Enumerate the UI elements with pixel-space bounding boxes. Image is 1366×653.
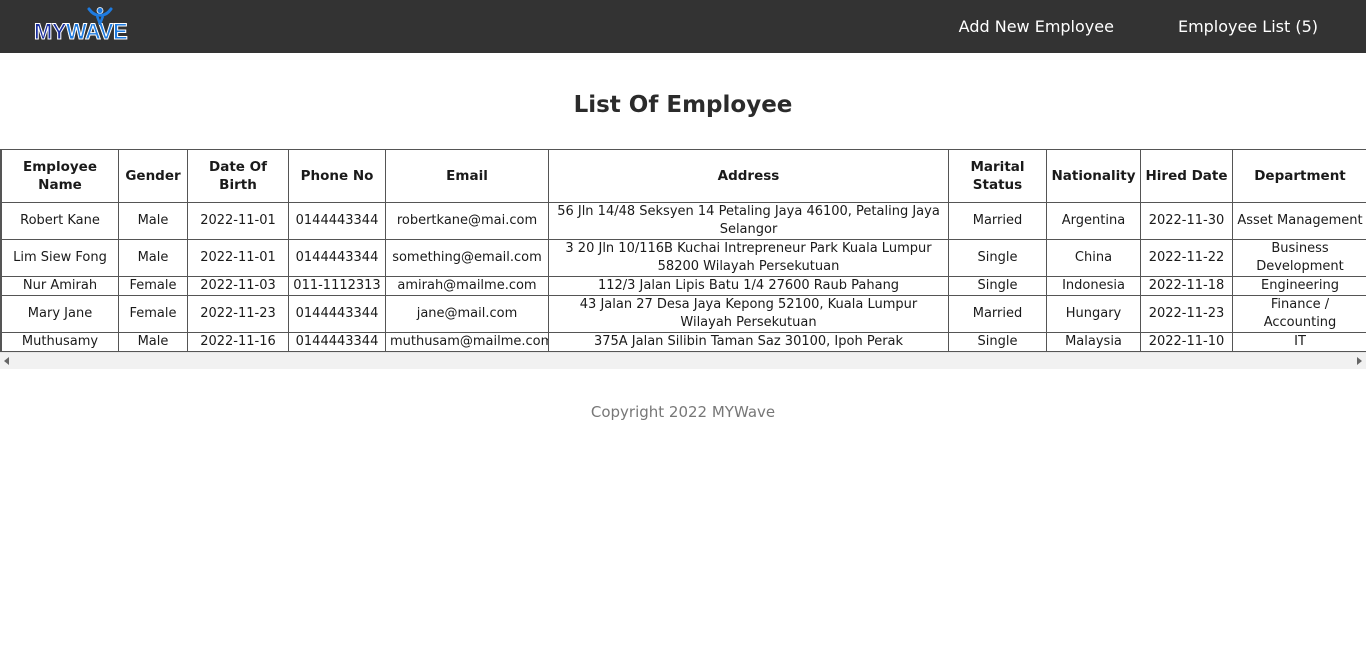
cell-date-of-birth: 2022-11-23 [187,295,289,333]
cell-marital-status: Single [948,332,1047,352]
cell-date-of-birth: 2022-11-01 [187,202,289,240]
cell-phone-no: 011-1112313 [288,276,386,296]
cell-address: 43 Jalan 27 Desa Jaya Kepong 52100, Kual… [548,295,949,333]
cell-phone-no: 0144443344 [288,332,386,352]
page-title: List Of Employee [573,92,793,118]
chevron-right-icon[interactable] [1357,357,1362,365]
cell-employee-name: Lim Siew Fong [1,239,119,277]
header-email: Email [385,149,549,203]
cell-marital-status: Married [948,295,1047,333]
employee-table-container: Employee Name Gender Date Of Birth Phone… [0,149,1366,352]
cell-gender: Male [118,239,188,277]
cell-hired-date: 2022-11-22 [1140,239,1233,277]
header-date-of-birth: Date Of Birth [187,149,289,203]
cell-nationality: Argentina [1046,202,1141,240]
horizontal-scrollbar[interactable] [0,352,1366,369]
cell-email: muthusam@mailme.com [385,332,549,352]
header-gender: Gender [118,149,188,203]
cell-nationality: Hungary [1046,295,1141,333]
cell-department: Finance / Accounting [1232,295,1366,333]
cell-department: Engineering [1232,276,1366,296]
cell-hired-date: 2022-11-23 [1140,295,1233,333]
cell-employee-name: Muthusamy [1,332,119,352]
footer-copyright: Copyright 2022 MYWave [590,403,776,421]
table-row: Mary Jane Female 2022-11-23 0144443344 j… [1,295,1366,333]
cell-nationality: Indonesia [1046,276,1141,296]
cell-gender: Male [118,332,188,352]
cell-email: amirah@mailme.com [385,276,549,296]
cell-email: jane@mail.com [385,295,549,333]
cell-address: 3 20 Jln 10/116B Kuchai Intrepreneur Par… [548,239,949,277]
header-marital-status: Marital Status [948,149,1047,203]
cell-hired-date: 2022-11-10 [1140,332,1233,352]
add-new-employee-link[interactable]: Add New Employee [959,17,1114,36]
navbar: MY WAVE Add New Employee Employee List (5… [0,0,1366,53]
cell-date-of-birth: 2022-11-01 [187,239,289,277]
table-row: Robert Kane Male 2022-11-01 0144443344 r… [1,202,1366,240]
cell-marital-status: Married [948,202,1047,240]
header-address: Address [548,149,949,203]
cell-hired-date: 2022-11-30 [1140,202,1233,240]
cell-department: Asset Management [1232,202,1366,240]
header-employee-name: Employee Name [1,149,119,203]
cell-department: IT [1232,332,1366,352]
cell-phone-no: 0144443344 [288,202,386,240]
employee-table: Employee Name Gender Date Of Birth Phone… [1,149,1366,352]
wave-figure-icon [87,6,113,25]
table-row: Nur Amirah Female 2022-11-03 011-1112313… [1,276,1366,296]
cell-address: 112/3 Jalan Lipis Batu 1/4 27600 Raub Pa… [548,276,949,296]
header-hired-date: Hired Date [1140,149,1233,203]
cell-marital-status: Single [948,239,1047,277]
nav-links: Add New Employee Employee List (5) [959,17,1318,36]
cell-gender: Male [118,202,188,240]
cell-address: 56 Jln 14/48 Seksyen 14 Petaling Jaya 46… [548,202,949,240]
cell-date-of-birth: 2022-11-16 [187,332,289,352]
cell-employee-name: Nur Amirah [1,276,119,296]
header-department: Department [1232,149,1366,203]
table-row: Muthusamy Male 2022-11-16 0144443344 mut… [1,332,1366,352]
table-header-row: Employee Name Gender Date Of Birth Phone… [1,149,1366,203]
cell-phone-no: 0144443344 [288,295,386,333]
cell-date-of-birth: 2022-11-03 [187,276,289,296]
cell-employee-name: Mary Jane [1,295,119,333]
cell-phone-no: 0144443344 [288,239,386,277]
cell-department: Business Development [1232,239,1366,277]
logo-text-my: MY [34,18,68,44]
cell-gender: Female [118,276,188,296]
cell-nationality: Malaysia [1046,332,1141,352]
header-phone-no: Phone No [288,149,386,203]
cell-address: 375A Jalan Silibin Taman Saz 30100, Ipoh… [548,332,949,352]
cell-employee-name: Robert Kane [1,202,119,240]
cell-gender: Female [118,295,188,333]
table-row: Lim Siew Fong Male 2022-11-01 0144443344… [1,239,1366,277]
cell-email: robertkane@mai.com [385,202,549,240]
chevron-left-icon[interactable] [4,357,9,365]
header-nationality: Nationality [1046,149,1141,203]
employee-list-link[interactable]: Employee List (5) [1178,17,1318,36]
mywave-logo[interactable]: MY WAVE [34,6,140,44]
scrollbar-track[interactable] [16,356,1350,367]
cell-email: something@email.com [385,239,549,277]
cell-nationality: China [1046,239,1141,277]
cell-hired-date: 2022-11-18 [1140,276,1233,296]
cell-marital-status: Single [948,276,1047,296]
logo-text: MY WAVE [34,18,129,44]
